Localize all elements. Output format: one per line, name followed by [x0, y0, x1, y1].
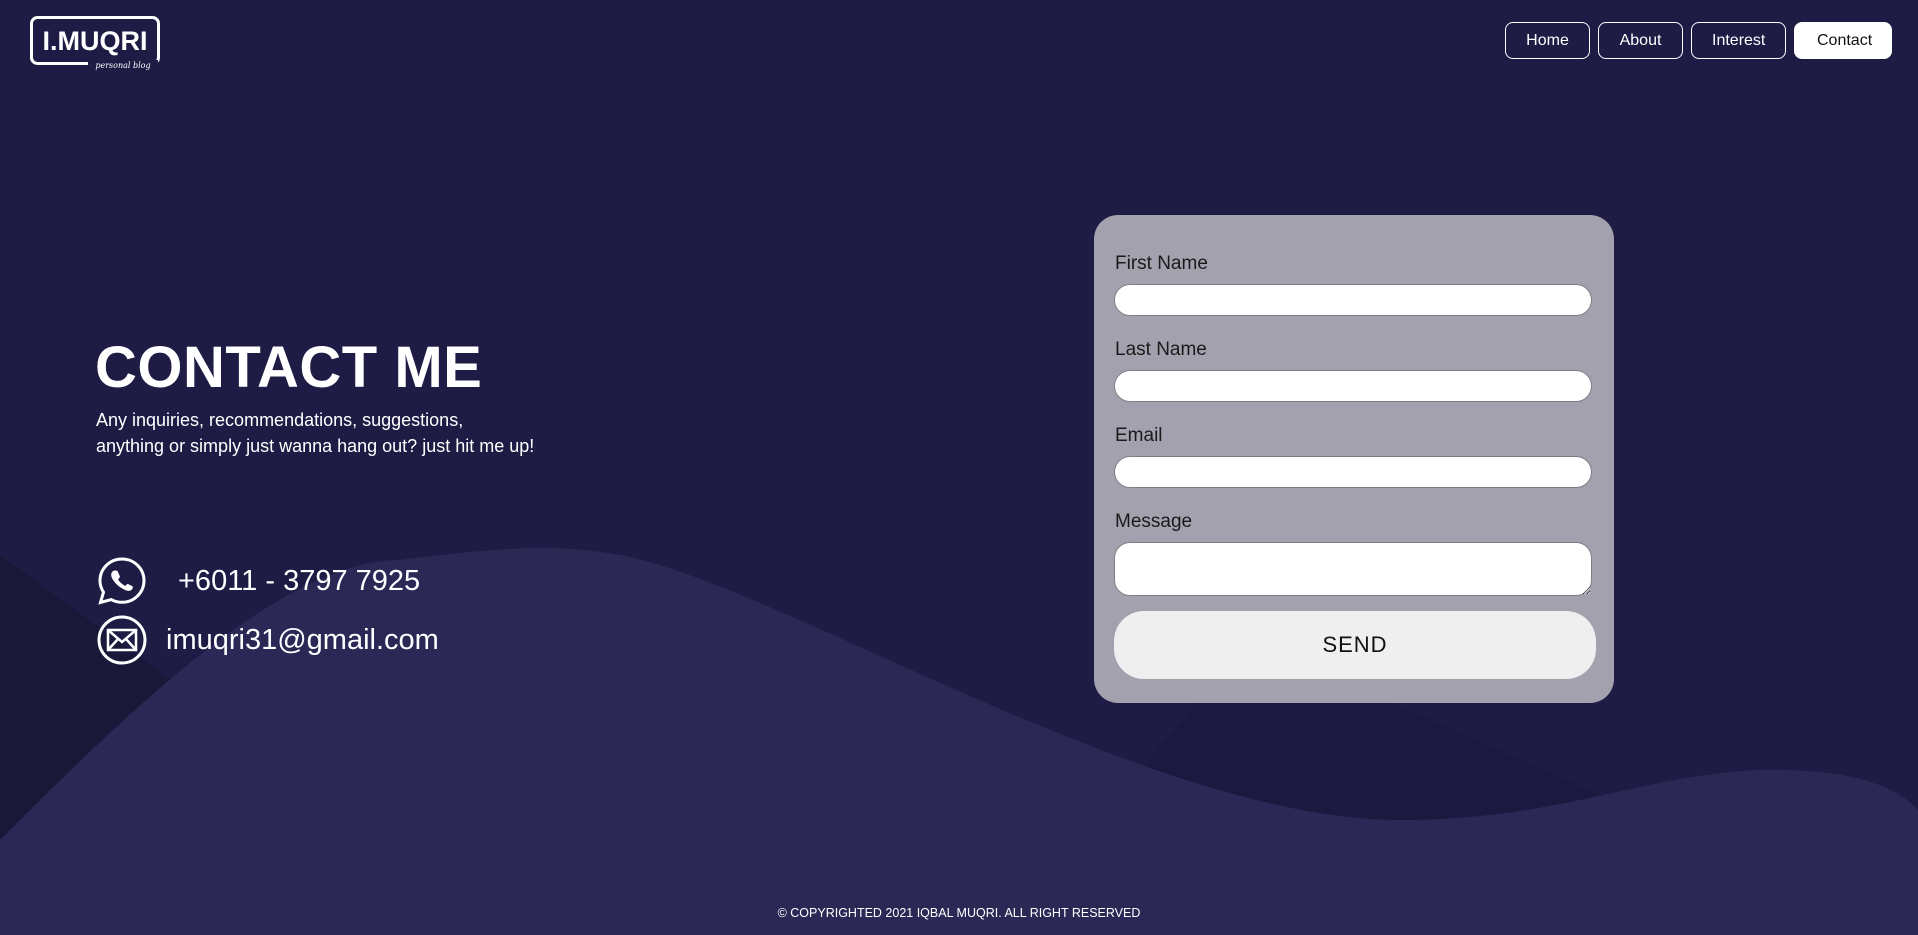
nav-contact-button[interactable]: Contact [1794, 22, 1892, 59]
phone-row: +6011 - 3797 7925 [96, 555, 420, 607]
page-subtitle: Any inquiries, recommendations, suggesti… [96, 407, 534, 459]
nav-about-button[interactable]: About [1598, 22, 1683, 59]
email-row: imuqri31@gmail.com [96, 614, 439, 666]
page-title: CONTACT ME [95, 335, 483, 400]
logo-tagline: personal blog [95, 61, 150, 70]
nav-home-button[interactable]: Home [1505, 22, 1590, 59]
copyright-footer: © COPYRIGHTED 2021 IQBAL MUQRI. ALL RIGH… [777, 906, 1141, 920]
whatsapp-icon [98, 557, 146, 605]
message-label: Message [1115, 511, 1193, 532]
send-button[interactable]: SEND [1114, 611, 1596, 679]
last-name-label: Last Name [1115, 339, 1207, 360]
background-waves [0, 0, 1918, 935]
contact-form: First Name Last Name Email Message SEND [1094, 215, 1614, 703]
last-name-field[interactable] [1114, 370, 1592, 402]
main-nav: Home About Interest Contact [1505, 22, 1892, 59]
email-field[interactable] [1114, 456, 1592, 488]
first-name-field[interactable] [1114, 284, 1592, 316]
nav-interest-button[interactable]: Interest [1691, 22, 1786, 59]
email-label: Email [1115, 425, 1163, 446]
message-field[interactable] [1114, 542, 1592, 596]
logo-text: I.MUQRI [43, 26, 148, 56]
email-address[interactable]: imuqri31@gmail.com [166, 624, 439, 657]
phone-number: +6011 - 3797 7925 [178, 564, 421, 597]
mail-icon [97, 615, 147, 665]
subtitle-line-2: anything or simply just wanna hang out? … [96, 436, 535, 456]
site-logo[interactable]: I.MUQRI personal blog [30, 16, 160, 70]
first-name-label: First Name [1115, 253, 1208, 274]
subtitle-line-1: Any inquiries, recommendations, suggesti… [96, 410, 464, 430]
